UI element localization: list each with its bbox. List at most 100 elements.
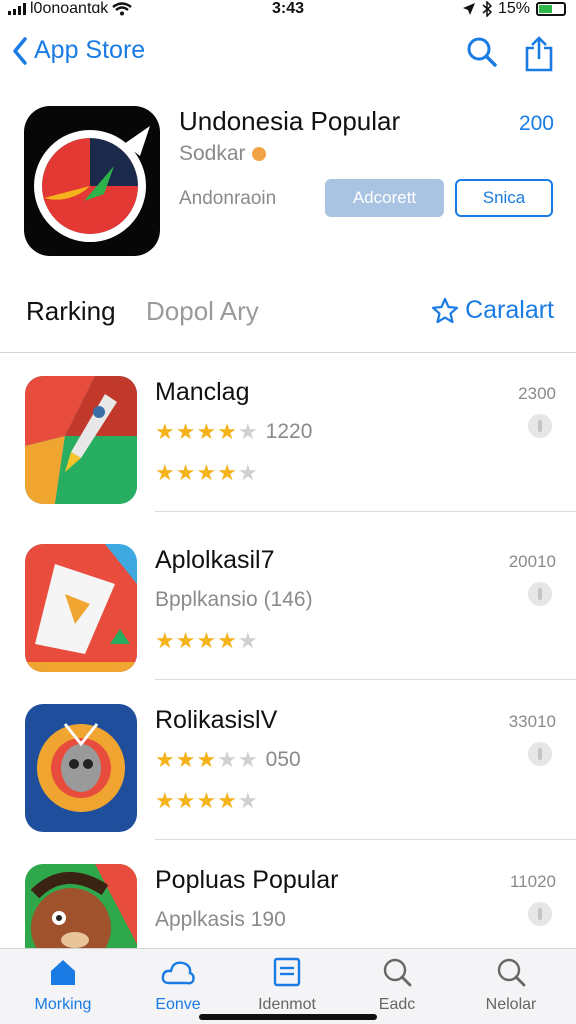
star-filled-icon: ★: [155, 788, 175, 813]
secondary-action-button[interactable]: Snica: [455, 179, 553, 217]
star-empty-icon: ★: [217, 747, 237, 772]
section-divider: [0, 352, 576, 353]
tabbar-label: Idenmot: [258, 996, 316, 1013]
star-filled-icon: ★: [155, 747, 175, 772]
search-icon[interactable]: [466, 36, 498, 68]
star-empty-icon: ★: [237, 419, 258, 444]
navigation-bar: App Store: [0, 28, 576, 84]
tabbar-item-idenmot[interactable]: Idenmot: [237, 957, 337, 1014]
star-filled-icon: ★: [175, 628, 196, 653]
list-item[interactable]: Manclag 2300 ★ ★ ★ ★ ★ 1220 ★ ★ ★ ★ ★: [0, 354, 576, 512]
star-filled-icon: ★: [196, 419, 217, 444]
star-empty-icon: ★: [237, 628, 258, 653]
home-icon: [51, 960, 75, 985]
list-item[interactable]: RolikasislV 33010 ★ ★ ★ ★ ★ 050 ★ ★ ★ ★ ★: [0, 682, 576, 840]
star-rating: ★★★★★: [155, 421, 258, 443]
tabbar-item-eonve[interactable]: Eonve: [128, 957, 228, 1014]
app-detail: Applkasis 190: [155, 908, 286, 931]
download-icon[interactable]: [528, 414, 552, 438]
star-icon: [431, 297, 459, 323]
share-icon[interactable]: [524, 36, 554, 72]
row-divider: [155, 511, 576, 512]
app-icon: [25, 704, 137, 832]
status-right: 15%: [462, 0, 566, 18]
featured-app-subtitle: Sodkar: [179, 142, 266, 166]
star-rating: ★★★★★: [155, 749, 258, 771]
download-icon[interactable]: [528, 902, 552, 926]
app-rating-row: ★ ★ ★ ★ ★ 1220: [155, 420, 312, 444]
star-empty-icon: ★: [237, 747, 258, 772]
star-filled-icon: ★: [196, 628, 217, 653]
star-filled-icon: ★: [196, 747, 217, 772]
back-label: App Store: [34, 36, 146, 64]
location-icon: [462, 3, 475, 15]
app-rank: 20010: [508, 552, 556, 571]
featured-app-developer: Andonraoin: [179, 188, 277, 209]
star-filled-icon: ★: [155, 628, 175, 653]
tabbar-item-morking[interactable]: Morking: [13, 957, 113, 1014]
bluetooth-icon: [482, 1, 492, 17]
app-rank: 33010: [508, 712, 556, 731]
star-filled-icon: ★: [217, 460, 237, 485]
star-rating: ★★★★★: [155, 462, 258, 484]
favorite-button[interactable]: Caralart: [431, 296, 554, 325]
list-item[interactable]: Aplolkasil7 20010 Bpplkansio (146) ★ ★ ★ ★ ★: [0, 522, 576, 680]
star-filled-icon: ★: [155, 419, 175, 444]
battery-level: [539, 5, 553, 13]
tab-ranking[interactable]: Rarking: [26, 296, 116, 327]
chevron-left-icon: [13, 36, 27, 65]
nav-actions: [466, 36, 554, 72]
app-rank: 2300: [518, 384, 556, 403]
tab-bar: Morking Eonve Idenmot Eadc Nelolar: [0, 948, 576, 1024]
favorite-label: Caralart: [465, 296, 554, 324]
row-divider: [155, 839, 576, 840]
featured-app-title: Undonesia Popular: [179, 106, 401, 136]
tabbar-label: Morking: [34, 996, 92, 1013]
featured-app: Undonesia Popular 200 Sodkar Andonraoin …: [0, 100, 576, 270]
app-logo-icon: [34, 126, 150, 242]
app-rating-row: ★ ★ ★ ★ ★ 050: [155, 748, 301, 772]
subtitle-text: Sodkar: [179, 142, 246, 165]
star-rating: ★★★★★: [155, 790, 258, 812]
app-name: Popluas Popular: [155, 866, 339, 894]
download-icon[interactable]: [528, 582, 552, 606]
featured-app-icon[interactable]: [24, 106, 160, 256]
star-filled-icon: ★: [217, 788, 237, 813]
app-detail-row: Bpplkansio (146): [155, 588, 313, 612]
app-rating-row: ★★★★★: [155, 790, 258, 813]
segment-tabs: Rarking Dopol Ary Caralart: [0, 290, 576, 350]
download-icon[interactable]: [528, 742, 552, 766]
tabbar-item-eadc[interactable]: Eadc: [347, 957, 447, 1014]
rocket-app-icon: [25, 376, 137, 504]
featured-app-count: 200: [518, 112, 554, 135]
tabbar-item-nelolar[interactable]: Nelolar: [461, 957, 561, 1014]
battery-icon: [536, 2, 566, 16]
star-rating: ★★★★★: [155, 630, 258, 652]
app-rank: 11020: [509, 872, 556, 891]
app-detail: 050: [265, 748, 301, 771]
back-button[interactable]: App Store: [12, 36, 145, 65]
app-name: RolikasislV: [155, 706, 278, 734]
status-bar: Ɩ0onoantɑk 3:43 15%: [0, 0, 576, 20]
app-icon: [25, 544, 137, 672]
app-detail: 1220: [265, 420, 313, 443]
star-filled-icon: ★: [217, 628, 237, 653]
home-indicator: [199, 1014, 377, 1020]
row-divider: [155, 679, 576, 680]
star-filled-icon: ★: [196, 460, 217, 485]
star-filled-icon: ★: [175, 788, 196, 813]
search-icon: [383, 958, 412, 987]
tab-popular[interactable]: Dopol Ary: [146, 296, 259, 327]
primary-action-button[interactable]: Adcorett: [325, 179, 444, 217]
document-icon: [273, 957, 301, 987]
star-filled-icon: ★: [175, 747, 196, 772]
search-icon: [497, 958, 526, 987]
app-name: Aplolkasil7: [155, 546, 275, 574]
cloud-icon: [161, 961, 195, 985]
star-filled-icon: ★: [217, 419, 237, 444]
emoji-icon: [251, 147, 266, 161]
battery-percent: 15%: [497, 0, 530, 17]
star-empty-icon: ★: [237, 460, 258, 485]
star-filled-icon: ★: [175, 460, 196, 485]
tabbar-label: Eadc: [378, 996, 416, 1013]
